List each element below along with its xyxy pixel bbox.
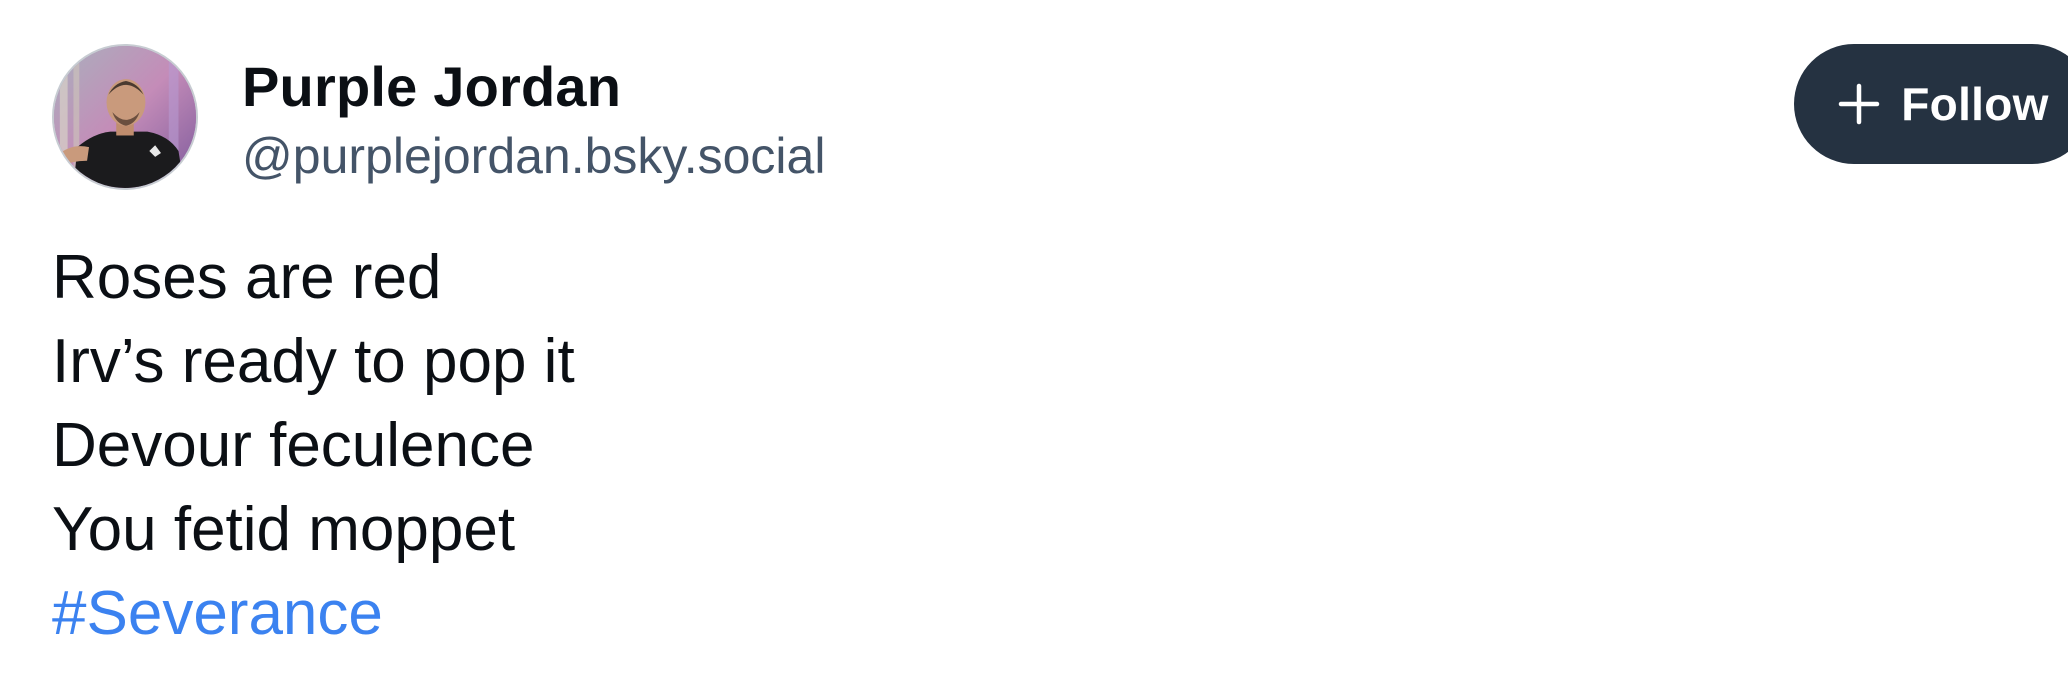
author-avatar[interactable] (52, 44, 198, 190)
follow-button[interactable]: Follow (1794, 44, 2068, 164)
post-text-line: Roses are red (52, 243, 442, 312)
avatar-photo-icon (54, 46, 196, 188)
author-info: Purple Jordan @purplejordan.bsky.social (242, 52, 825, 188)
post-text: Roses are red Irv’s ready to pop it Devo… (52, 236, 1952, 656)
author-handle[interactable]: @purplejordan.bsky.social (242, 124, 825, 188)
post-text-line: Irv’s ready to pop it (52, 327, 575, 396)
hashtag-link[interactable]: #Severance (52, 572, 383, 656)
follow-button-label: Follow (1901, 78, 2049, 130)
post-header: Purple Jordan @purplejordan.bsky.social … (52, 44, 2068, 194)
post-text-line: You fetid moppet (52, 495, 516, 564)
author-display-name[interactable]: Purple Jordan (242, 52, 825, 122)
post-card: Purple Jordan @purplejordan.bsky.social … (0, 0, 2068, 686)
post-text-line: Devour feculence (52, 411, 535, 480)
plus-icon (1839, 83, 1880, 125)
